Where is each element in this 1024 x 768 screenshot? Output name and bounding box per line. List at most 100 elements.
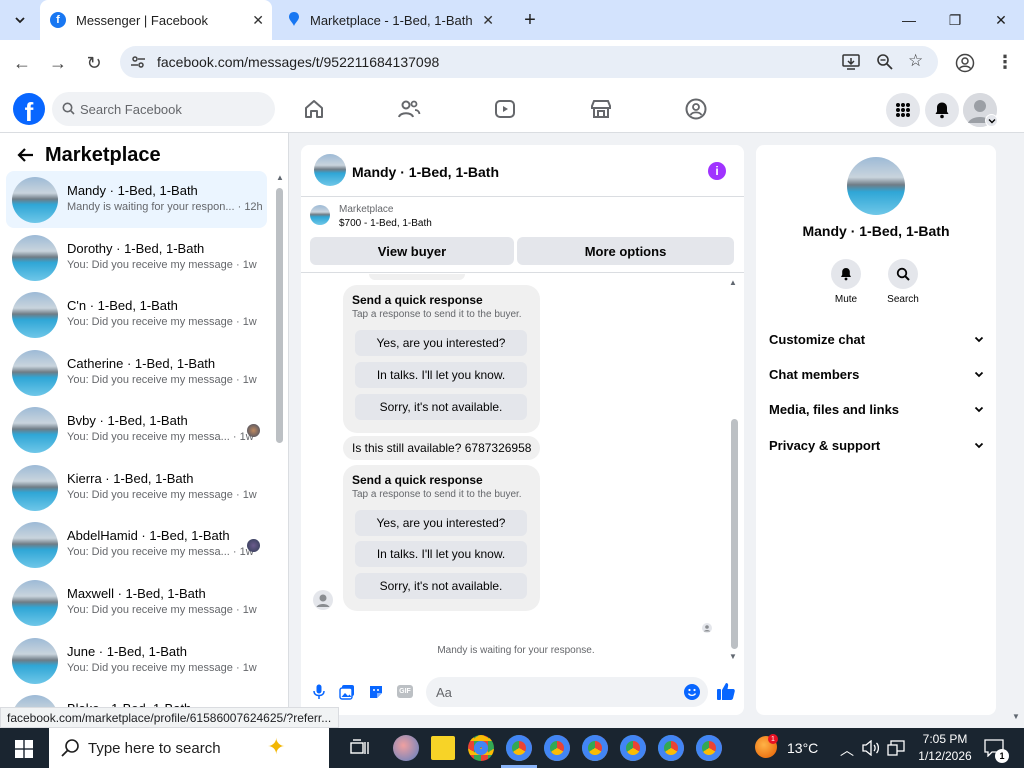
customize-chat-section[interactable]: Customize chat: [769, 328, 984, 350]
sticker-icon[interactable]: [368, 684, 384, 705]
listing-thumbnail: [12, 407, 58, 453]
listing-thumbnail: [310, 205, 330, 225]
task-view-icon[interactable]: [350, 739, 370, 762]
profile-picture[interactable]: [847, 157, 905, 215]
info-icon[interactable]: i: [708, 162, 726, 180]
close-tab-icon[interactable]: ✕: [482, 12, 494, 29]
scroll-down-icon[interactable]: ▼: [729, 652, 737, 661]
scroll-up-icon[interactable]: ▲: [729, 278, 737, 287]
emoji-icon[interactable]: [684, 684, 700, 703]
conversation-name: Mandy · 1-Bed, 1-Bath: [67, 183, 198, 198]
conversation-time: 12h: [244, 201, 263, 213]
privacy-support-section[interactable]: Privacy & support: [769, 434, 984, 456]
chrome-profile-icon[interactable]: [506, 735, 532, 761]
install-app-icon[interactable]: [842, 53, 860, 74]
conversation-list-scrollbar[interactable]: [276, 188, 283, 443]
quick-reply-not-available[interactable]: Sorry, it's not available.: [355, 573, 527, 599]
chat-title[interactable]: Mandy · 1-Bed, 1-Bath: [352, 164, 499, 180]
chrome-profile-icon[interactable]: [582, 735, 608, 761]
minimize-button[interactable]: —: [886, 0, 932, 40]
thumbs-up-icon[interactable]: [716, 681, 736, 706]
quick-response-title: Send a quick response: [352, 473, 483, 487]
conversation-item[interactable]: Dorothy · 1-Bed, 1-Bath You: Did you rec…: [6, 229, 267, 286]
more-options-button[interactable]: More options: [517, 237, 734, 265]
taskbar-search-box[interactable]: Type here to search ✦: [49, 728, 329, 768]
groups-icon[interactable]: [684, 97, 708, 121]
network-icon[interactable]: [887, 740, 905, 761]
media-files-links-section[interactable]: Media, files and links: [769, 398, 984, 420]
close-tab-icon[interactable]: ✕: [252, 12, 264, 29]
chat-members-section[interactable]: Chat members: [769, 363, 984, 385]
conversation-item[interactable]: Kierra · 1-Bed, 1-Bath You: Did you rece…: [6, 459, 267, 516]
chrome-profile-icon[interactable]: [620, 735, 646, 761]
quick-reply-interested[interactable]: Yes, are you interested?: [355, 510, 527, 536]
back-button[interactable]: ←: [10, 51, 34, 75]
back-arrow-icon[interactable]: [16, 145, 36, 170]
quick-reply-in-talks[interactable]: In talks. I'll let you know.: [355, 362, 527, 388]
conversation-item[interactable]: Bvby · 1-Bed, 1-Bath You: Did you receiv…: [6, 401, 267, 458]
windows-start-icon[interactable]: [15, 740, 33, 763]
chrome-profile-icon[interactable]: [544, 735, 570, 761]
conversation-item[interactable]: Catherine · 1-Bed, 1-Bath You: Did you r…: [6, 344, 267, 401]
volume-icon[interactable]: [862, 739, 880, 761]
quick-reply-in-talks[interactable]: In talks. I'll let you know.: [355, 541, 527, 567]
chat-scrollbar[interactable]: [731, 419, 738, 649]
facebook-logo-icon[interactable]: f: [13, 93, 45, 125]
scroll-up-icon[interactable]: ▲: [276, 173, 284, 182]
conversation-item[interactable]: C'n · 1-Bed, 1-Bath You: Did you receive…: [6, 286, 267, 343]
clock-date[interactable]: 1/12/2026: [910, 749, 980, 763]
site-settings-icon[interactable]: [130, 54, 146, 73]
zoom-icon[interactable]: [876, 53, 894, 74]
bookmark-star-icon[interactable]: ☆: [908, 51, 923, 71]
tab-messenger[interactable]: f Messenger | Facebook ✕: [40, 0, 272, 40]
chrome-app-icon[interactable]: [468, 735, 494, 761]
view-buyer-button[interactable]: View buyer: [310, 237, 514, 265]
friends-icon[interactable]: [397, 97, 421, 121]
microphone-icon[interactable]: [313, 684, 325, 705]
kebab-menu-icon[interactable]: ⋮: [996, 52, 1014, 73]
home-icon[interactable]: [302, 97, 326, 121]
mute-button[interactable]: [831, 259, 861, 289]
close-window-button[interactable]: ✕: [978, 0, 1024, 40]
chrome-profile-icon[interactable]: [696, 735, 722, 761]
sticky-notes-icon[interactable]: [431, 736, 455, 760]
conversation-item[interactable]: Maxwell · 1-Bed, 1-Bath You: Did you rec…: [6, 574, 267, 631]
snipping-app-icon[interactable]: [393, 735, 419, 761]
previous-message-bubble: [369, 274, 465, 280]
profile-icon[interactable]: [955, 53, 975, 78]
conversation-item[interactable]: June · 1-Bed, 1-Bath You: Did you receiv…: [6, 632, 267, 689]
tab-search-dropdown[interactable]: [0, 0, 40, 40]
notifications-button[interactable]: [925, 93, 959, 127]
watch-video-icon[interactable]: [493, 97, 517, 121]
quick-reply-interested[interactable]: Yes, are you interested?: [355, 330, 527, 356]
account-avatar-button[interactable]: [963, 93, 998, 127]
forward-button[interactable]: →: [46, 51, 70, 75]
reload-button[interactable]: ↻: [82, 51, 106, 75]
panel-title: Marketplace: [45, 144, 161, 166]
conversation-item[interactable]: AbdelHamid · 1-Bed, 1-Bath You: Did you …: [6, 516, 267, 573]
search-icon: [62, 102, 75, 118]
address-bar[interactable]: facebook.com/messages/t/952211684137098 …: [120, 46, 938, 78]
page-scroll-down-icon[interactable]: ▼: [1012, 712, 1020, 721]
new-tab-button[interactable]: +: [508, 0, 552, 40]
restore-button[interactable]: ❐: [932, 0, 978, 40]
chrome-profile-icon[interactable]: [658, 735, 684, 761]
message-input[interactable]: Aa: [426, 677, 708, 707]
listing-price-title[interactable]: $700 - 1-Bed, 1-Bath: [339, 218, 432, 229]
chevron-up-icon[interactable]: ︿: [840, 740, 854, 760]
menu-grid-button[interactable]: [886, 93, 920, 127]
search-facebook-input[interactable]: Search Facebook: [52, 92, 275, 126]
tab-marketplace[interactable]: Marketplace - 1-Bed, 1-Bath ✕: [276, 0, 508, 40]
clock-time[interactable]: 7:05 PM: [915, 732, 975, 746]
search-conversation-button[interactable]: [888, 259, 918, 289]
conversation-item[interactable]: Mandy · 1-Bed, 1-Bath Mandy is waiting f…: [6, 171, 267, 228]
gif-icon[interactable]: GIF: [397, 685, 413, 698]
marketplace-icon[interactable]: [589, 97, 613, 121]
weather-temperature[interactable]: 13°C: [787, 740, 818, 756]
chat-avatar[interactable]: [314, 154, 346, 186]
quick-reply-not-available[interactable]: Sorry, it's not available.: [355, 394, 527, 420]
conversation-name: June · 1-Bed, 1-Bath: [67, 644, 187, 659]
photo-gallery-icon[interactable]: [339, 684, 355, 705]
bell-icon: [841, 268, 851, 281]
conversation-time: 1w: [242, 259, 257, 271]
